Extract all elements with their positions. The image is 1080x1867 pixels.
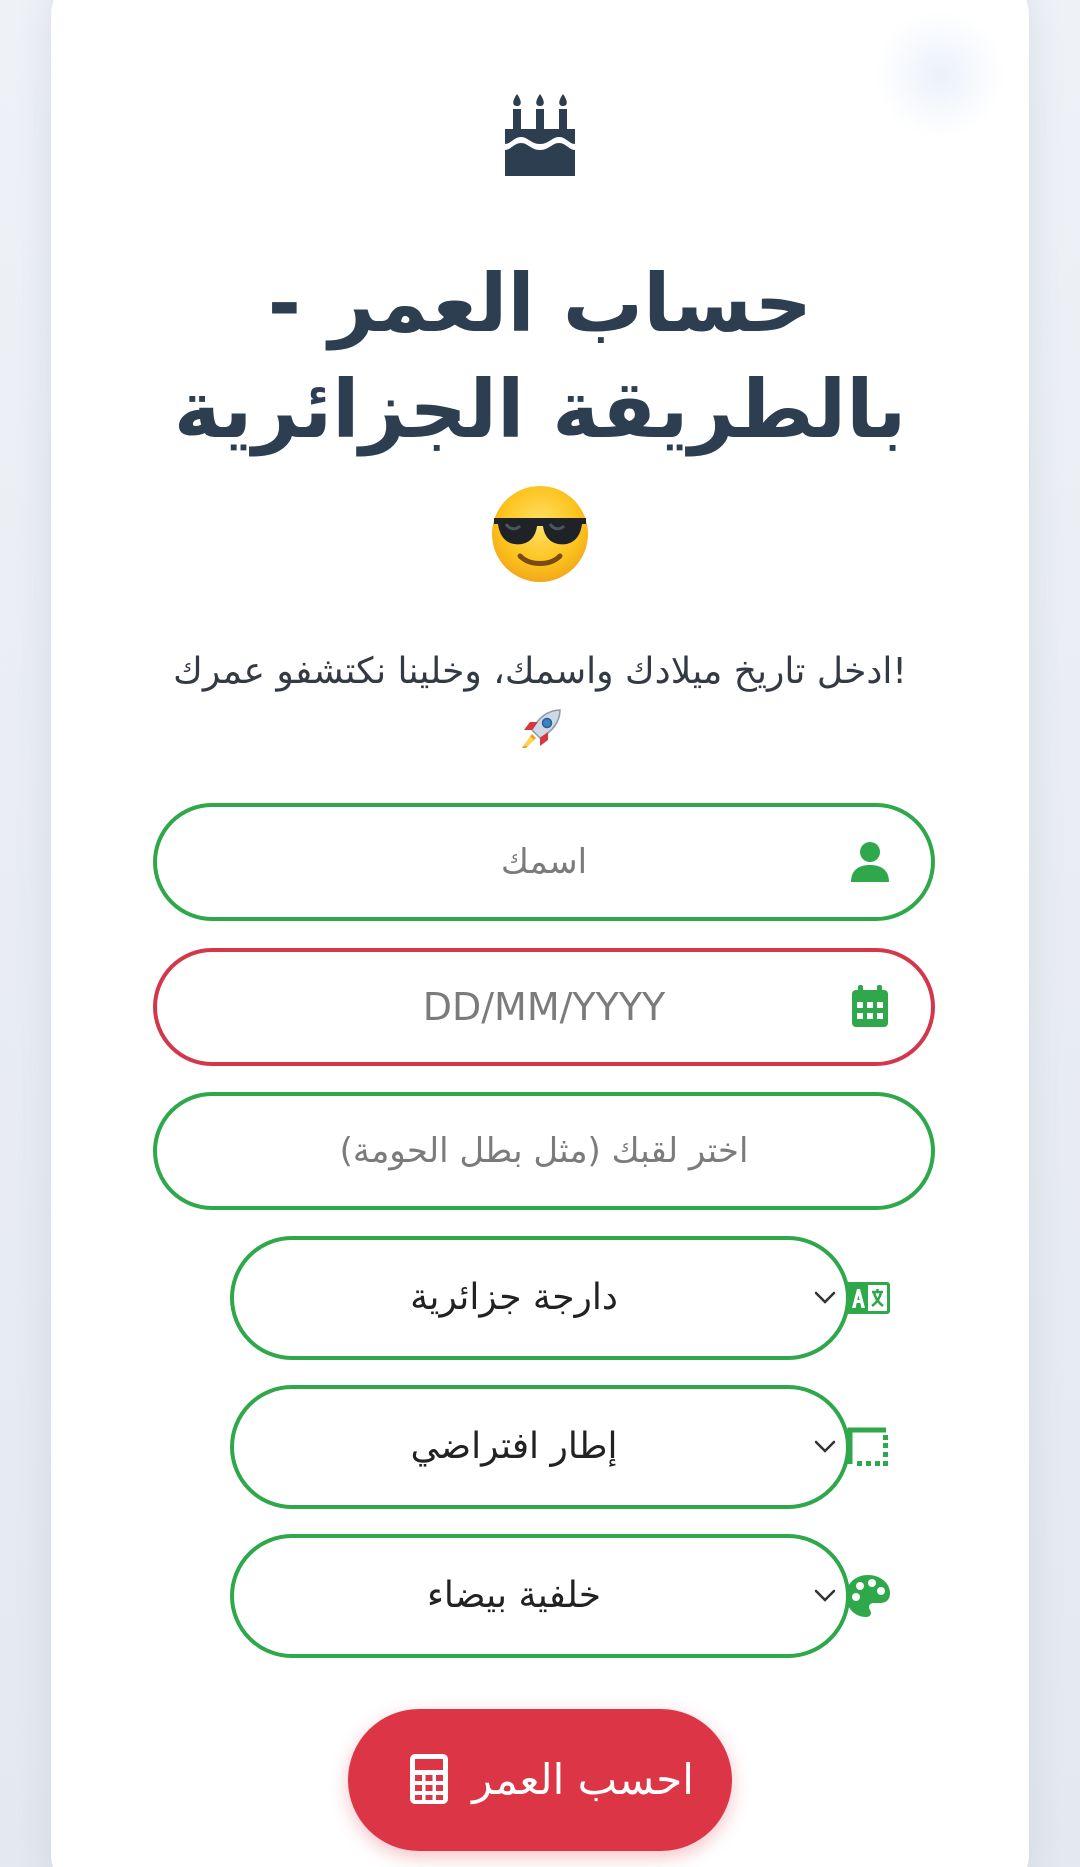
rocket-emoji-icon <box>522 709 561 748</box>
chevron-down-icon <box>814 1589 836 1602</box>
chevron-down-icon <box>814 1440 836 1453</box>
calendar-icon <box>852 985 888 1027</box>
frame-select-value: إطار افتراضي <box>410 1426 618 1467</box>
language-icon <box>846 1282 890 1314</box>
user-icon <box>851 842 889 882</box>
nickname-input[interactable] <box>157 1096 931 1206</box>
language-select-row: دارجة جزائرية <box>230 1236 890 1360</box>
birthdate-input[interactable] <box>157 952 931 1062</box>
nickname-field[interactable] <box>153 1092 935 1210</box>
language-select-value: دارجة جزائرية <box>410 1277 618 1318</box>
name-input[interactable] <box>157 807 931 917</box>
decorative-glow <box>875 10 1005 140</box>
frame-select[interactable]: إطار افتراضي <box>230 1385 850 1509</box>
page-title-line2: بالطريقة الجزائرية <box>173 363 907 456</box>
background-select-value: خلفية بيضاء <box>427 1575 601 1616</box>
page-title-line1: حساب العمر - <box>267 257 813 350</box>
chevron-down-icon <box>814 1291 836 1304</box>
birthdate-field[interactable] <box>153 948 935 1066</box>
calculate-age-button[interactable]: احسب العمر <box>348 1709 732 1851</box>
frame-select-row: إطار افتراضي <box>230 1385 890 1509</box>
page-subtitle: !ادخل تاريخ ميلادك واسمك، وخلينا نكتشفو … <box>173 651 907 692</box>
name-field[interactable] <box>153 803 935 921</box>
background-select-row: خلفية بيضاء <box>230 1534 890 1658</box>
palette-icon <box>846 1575 890 1617</box>
language-select[interactable]: دارجة جزائرية <box>230 1236 850 1360</box>
border-frame-icon <box>847 1427 888 1466</box>
calculator-icon <box>410 1754 448 1804</box>
calculate-age-label: احسب العمر <box>472 1755 694 1804</box>
sunglasses-emoji-icon <box>492 486 588 582</box>
background-select[interactable]: خلفية بيضاء <box>230 1534 850 1658</box>
birthday-cake-icon <box>505 94 575 176</box>
